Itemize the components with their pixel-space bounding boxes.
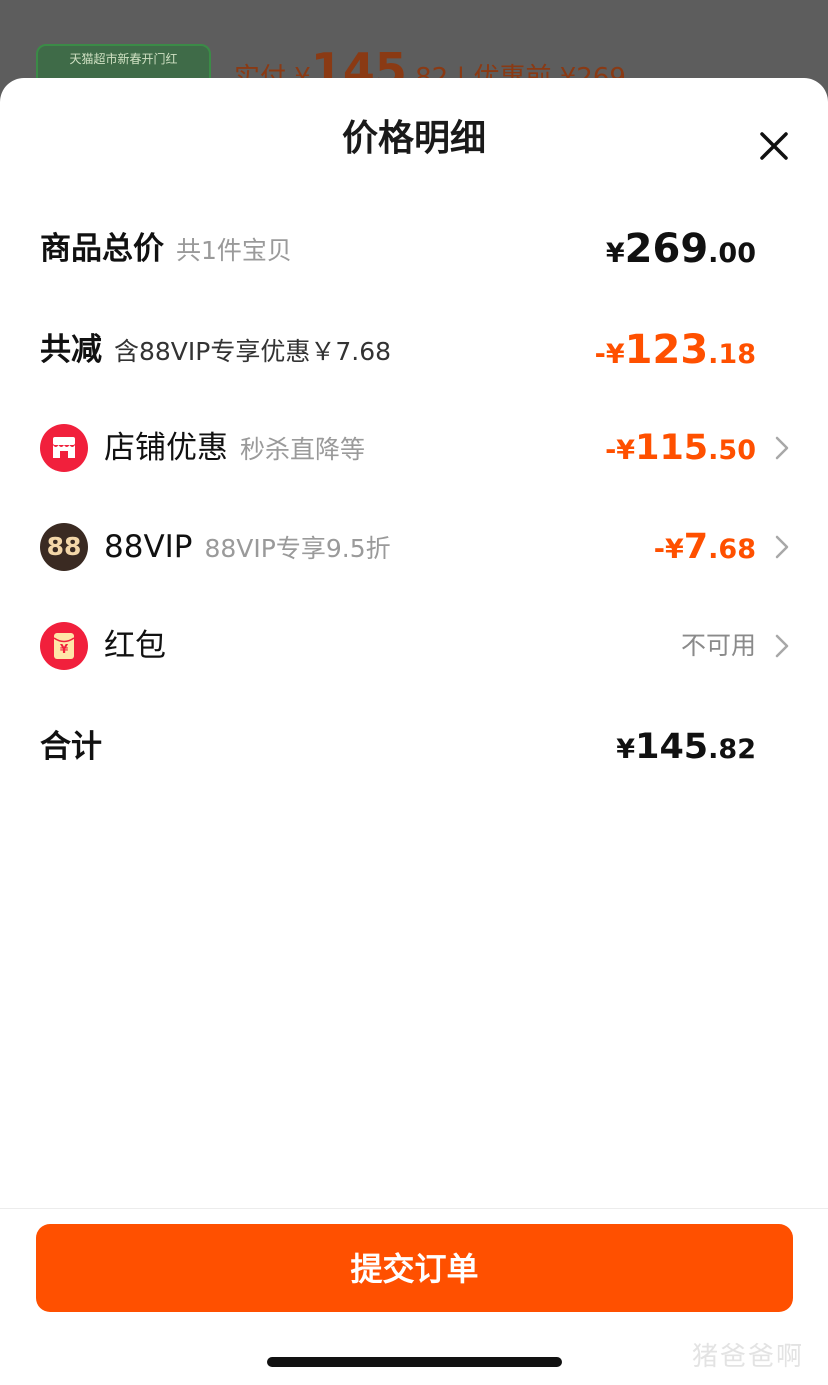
store-discount-note: 秒杀直降等	[240, 435, 366, 464]
row-88vip[interactable]: 88 88VIP 88VIP专享9.5折 -¥7.68	[0, 512, 828, 582]
goods-total-dec: .00	[708, 238, 756, 269]
red-packet-label-group: 红包	[104, 611, 166, 681]
store-discount-int: 115	[635, 428, 709, 468]
goods-total-currency: ¥	[605, 238, 625, 269]
vip88-icon: 88	[40, 523, 88, 571]
reduction-note: 含88VIP专享优惠￥7.68	[114, 337, 392, 366]
watermark-text: 猪爸爸啊	[691, 1342, 804, 1372]
vip-discount-currency: -¥	[653, 534, 684, 565]
reduction-dec: .18	[708, 339, 756, 370]
sum-dec: .82	[708, 734, 756, 765]
reduction-int: 123	[624, 327, 709, 373]
vip-discount-amount: -¥7.68	[654, 512, 756, 582]
sum-int: 145	[635, 727, 709, 767]
reduction-label: 共减	[40, 332, 102, 368]
close-button[interactable]	[752, 124, 796, 168]
goods-total-amount: ¥269.00	[606, 214, 756, 284]
store-discount-currency: -¥	[605, 435, 636, 466]
chevron-right-icon	[775, 535, 789, 559]
red-packet-icon: ¥	[40, 622, 88, 670]
price-detail-sheet: 价格明细 商品总价 共1件宝贝 ¥269.00 共减 含88VIP专享优惠￥7.68…	[0, 78, 828, 1385]
sum-label: 合计	[40, 729, 102, 765]
reduction-amount: -¥123.18	[595, 315, 756, 385]
sum-currency: ¥	[616, 734, 636, 765]
row-total-reduction: 共减 含88VIP专享优惠￥7.68 -¥123.18	[0, 315, 828, 385]
home-indicator[interactable]	[267, 1357, 562, 1367]
thumbnail-banner-text: 天猫超市新春开门红	[69, 52, 178, 66]
red-packet-label: 红包	[104, 628, 166, 664]
store-discount-label-group: 店铺优惠 秒杀直降等	[104, 413, 365, 483]
sheet-title: 价格明细	[341, 118, 486, 159]
vip88-icon-text: 88	[46, 532, 82, 561]
red-packet-status: 不可用	[680, 631, 756, 660]
vip-note: 88VIP专享9.5折	[204, 534, 391, 563]
submit-order-button[interactable]: 提交订单	[36, 1224, 793, 1312]
footer-divider	[0, 1208, 828, 1209]
store-discount-amount: -¥115.50	[605, 413, 756, 483]
row-goods-total: 商品总价 共1件宝贝 ¥269.00	[0, 214, 828, 284]
store-discount-label: 店铺优惠	[104, 430, 228, 466]
row-sum: 合计 ¥145.82	[0, 712, 828, 782]
vip-discount-dec: .68	[708, 534, 756, 565]
close-icon	[760, 132, 788, 160]
chevron-right-icon	[775, 634, 789, 658]
vip-discount-int: 7	[683, 527, 709, 567]
reduction-label-group: 共减 含88VIP专享优惠￥7.68	[40, 315, 391, 385]
goods-total-label-group: 商品总价 共1件宝贝	[40, 214, 292, 284]
store-discount-dec: .50	[708, 435, 756, 466]
goods-total-int: 269	[624, 226, 709, 272]
row-red-packet[interactable]: ¥ 红包 不可用	[0, 611, 828, 681]
goods-total-label: 商品总价	[40, 231, 164, 267]
goods-count: 共1件宝贝	[176, 236, 292, 265]
reduction-currency: -¥	[594, 339, 625, 370]
vip-label-group: 88VIP 88VIP专享9.5折	[104, 512, 391, 582]
vip-label: 88VIP	[104, 529, 193, 565]
row-store-discount[interactable]: 店铺优惠 秒杀直降等 -¥115.50	[0, 413, 828, 483]
sum-amount: ¥145.82	[616, 712, 756, 782]
store-icon	[40, 424, 88, 472]
chevron-right-icon	[775, 436, 789, 460]
red-packet-icon-text: ¥	[59, 642, 69, 656]
